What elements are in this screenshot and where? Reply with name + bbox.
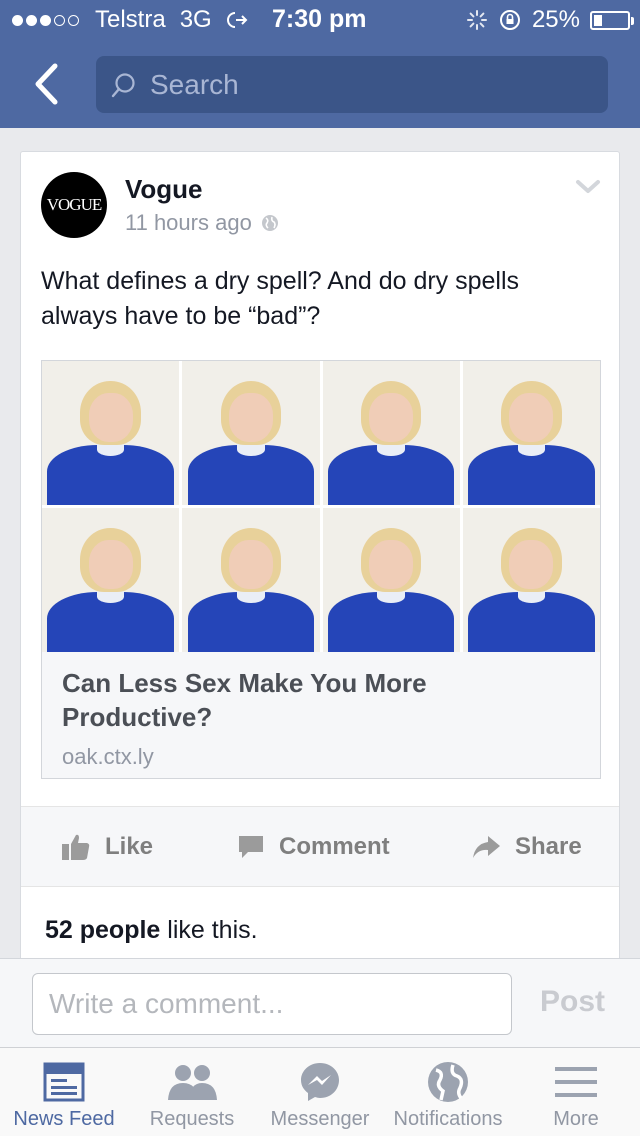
menu-icon [555,1067,597,1097]
page-avatar[interactable]: VOGUE [41,172,107,238]
photo-tile [322,361,460,505]
link-domain: oak.ctx.ly [62,744,154,769]
activity-spinner-icon [466,10,487,30]
post-timestamp[interactable]: 11 hours ago [125,210,252,236]
link-preview[interactable]: Can Less Sex Make You More Productive? o… [41,360,601,779]
comment-bubble-icon [239,836,263,858]
photo-tile [182,361,320,505]
post-meta: 11 hours ago [125,210,280,236]
status-right: 25% [466,6,634,34]
status-bar: Telstra 3G 7:30 pm 25% [0,0,640,40]
share-button[interactable]: Share [471,807,582,887]
search-icon [111,72,135,97]
tab-news-feed-label: News Feed [13,1108,115,1130]
tab-requests-label: Requests [149,1108,235,1130]
share-arrow-icon [473,836,500,858]
rotation-lock-icon [499,10,520,30]
top-header: Telstra 3G 7:30 pm 25% [0,0,640,128]
likes-count: 52 people [45,916,161,944]
comment-label: Comment [279,833,390,860]
data-transfer-icon [226,12,248,28]
avatar-logo-text: VOGUE [46,195,102,214]
tab-notifications-label: Notifications [393,1108,503,1130]
tab-more[interactable]: More [512,1048,640,1136]
tab-messenger[interactable]: Messenger [256,1048,384,1136]
photo-tile [462,361,600,505]
tab-news-feed[interactable]: News Feed [0,1048,128,1136]
battery-percent: 25% [531,6,580,33]
status-time: 7:30 pm [272,5,367,33]
tab-requests[interactable]: Requests [128,1048,256,1136]
share-label: Share [515,833,582,860]
network-type: 3G [179,6,212,33]
battery-icon [590,10,634,30]
search-bar[interactable] [96,56,608,113]
link-preview-image [42,361,600,652]
comment-composer: Post [0,958,640,1047]
post-actions-bar: Like Comment Share [21,806,619,887]
photo-tile [42,361,180,505]
friend-requests-icon [168,1065,217,1100]
carrier-name: Telstra [95,6,166,33]
link-preview-body: Can Less Sex Make You More Productive? o… [42,652,600,778]
messenger-icon [301,1063,339,1101]
photo-tile [322,508,460,652]
status-left: Telstra 3G [12,6,248,34]
post-options-button[interactable] [575,178,601,201]
likes-summary[interactable]: 52 people like this. [45,916,258,945]
photo-tile [182,508,320,652]
news-feed-icon [43,1062,85,1102]
chevron-left-icon [35,63,58,105]
like-label: Like [105,833,154,860]
thumbs-up-icon [62,834,90,860]
back-button[interactable] [26,62,66,106]
globe-privacy-icon [261,215,278,231]
chevron-down-icon [576,180,600,193]
like-button[interactable]: Like [61,807,153,887]
tab-notifications[interactable]: Notifications [384,1048,512,1136]
tab-more-label: More [553,1108,599,1130]
post-comment-button[interactable]: Post [540,985,605,1019]
comment-button[interactable]: Comment [237,807,390,887]
likes-suffix: like this. [160,916,258,944]
post-card: VOGUE Vogue 11 hours ago What defines a … [20,151,620,971]
photo-tile [42,508,180,652]
post-text: What defines a dry spell? And do dry spe… [41,267,520,330]
comment-input[interactable] [32,973,512,1035]
signal-strength-icon [12,14,79,26]
photo-tile [462,508,600,652]
page-name[interactable]: Vogue [125,174,203,205]
bottom-tab-bar: News Feed Requests Messenger Notificatio… [0,1047,640,1136]
search-input[interactable] [150,68,590,101]
tab-messenger-label: Messenger [270,1108,370,1130]
globe-icon [428,1062,468,1102]
link-title: Can Less Sex Make You More Productive? [62,668,427,732]
